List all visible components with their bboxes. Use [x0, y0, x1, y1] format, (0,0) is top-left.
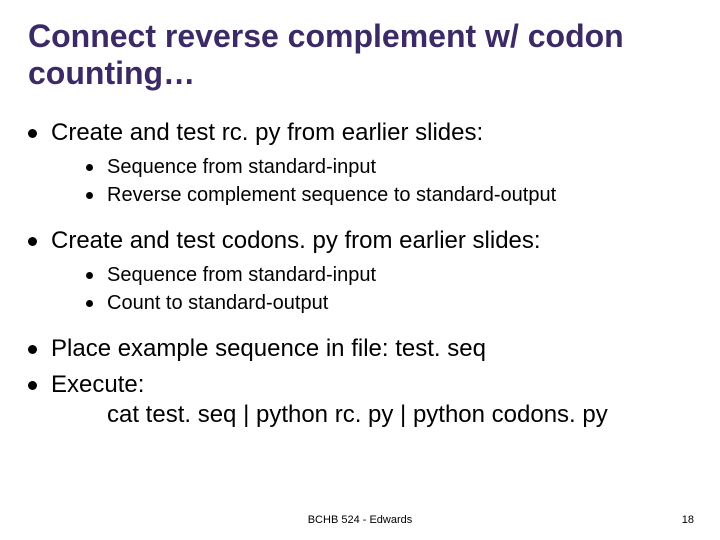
bullet-icon	[28, 345, 37, 354]
bullet-text: Reverse complement sequence to standard-…	[107, 182, 556, 208]
bullet-icon	[86, 192, 93, 199]
bullet-body: Execute: cat test. seq | python rc. py |…	[51, 370, 608, 430]
bullet-list: Create and test rc. py from earlier slid…	[28, 118, 692, 430]
page-number: 18	[682, 514, 694, 526]
bullet-icon	[28, 381, 37, 390]
bullet-icon	[86, 164, 93, 171]
list-item: Sequence from standard-input	[86, 262, 692, 288]
slide: Connect reverse complement w/ codon coun…	[0, 0, 720, 540]
list-item: Place example sequence in file: test. se…	[28, 334, 692, 364]
bullet-icon	[28, 237, 37, 246]
bullet-text: Execute:	[51, 370, 608, 400]
list-item: Count to standard-output	[86, 290, 692, 316]
bullet-text: Sequence from standard-input	[107, 262, 376, 288]
slide-title: Connect reverse complement w/ codon coun…	[28, 18, 692, 92]
bullet-text: Create and test codons. py from earlier …	[51, 226, 541, 256]
bullet-icon	[86, 272, 93, 279]
bullet-icon	[28, 129, 37, 138]
bullet-text: Place example sequence in file: test. se…	[51, 334, 486, 364]
sublist: Sequence from standard-input Reverse com…	[86, 154, 692, 208]
sublist: Sequence from standard-input Count to st…	[86, 262, 692, 316]
bullet-text: Create and test rc. py from earlier slid…	[51, 118, 483, 148]
list-item: Reverse complement sequence to standard-…	[86, 182, 692, 208]
list-item: Sequence from standard-input	[86, 154, 692, 180]
list-item: Execute: cat test. seq | python rc. py |…	[28, 370, 692, 430]
bullet-text: Count to standard-output	[107, 290, 328, 316]
bullet-icon	[86, 300, 93, 307]
list-item: Create and test codons. py from earlier …	[28, 226, 692, 256]
footer-center: BCHB 524 - Edwards	[0, 514, 720, 526]
code-line: cat test. seq | python rc. py | python c…	[107, 400, 608, 430]
list-item: Create and test rc. py from earlier slid…	[28, 118, 692, 148]
bullet-text: Sequence from standard-input	[107, 154, 376, 180]
